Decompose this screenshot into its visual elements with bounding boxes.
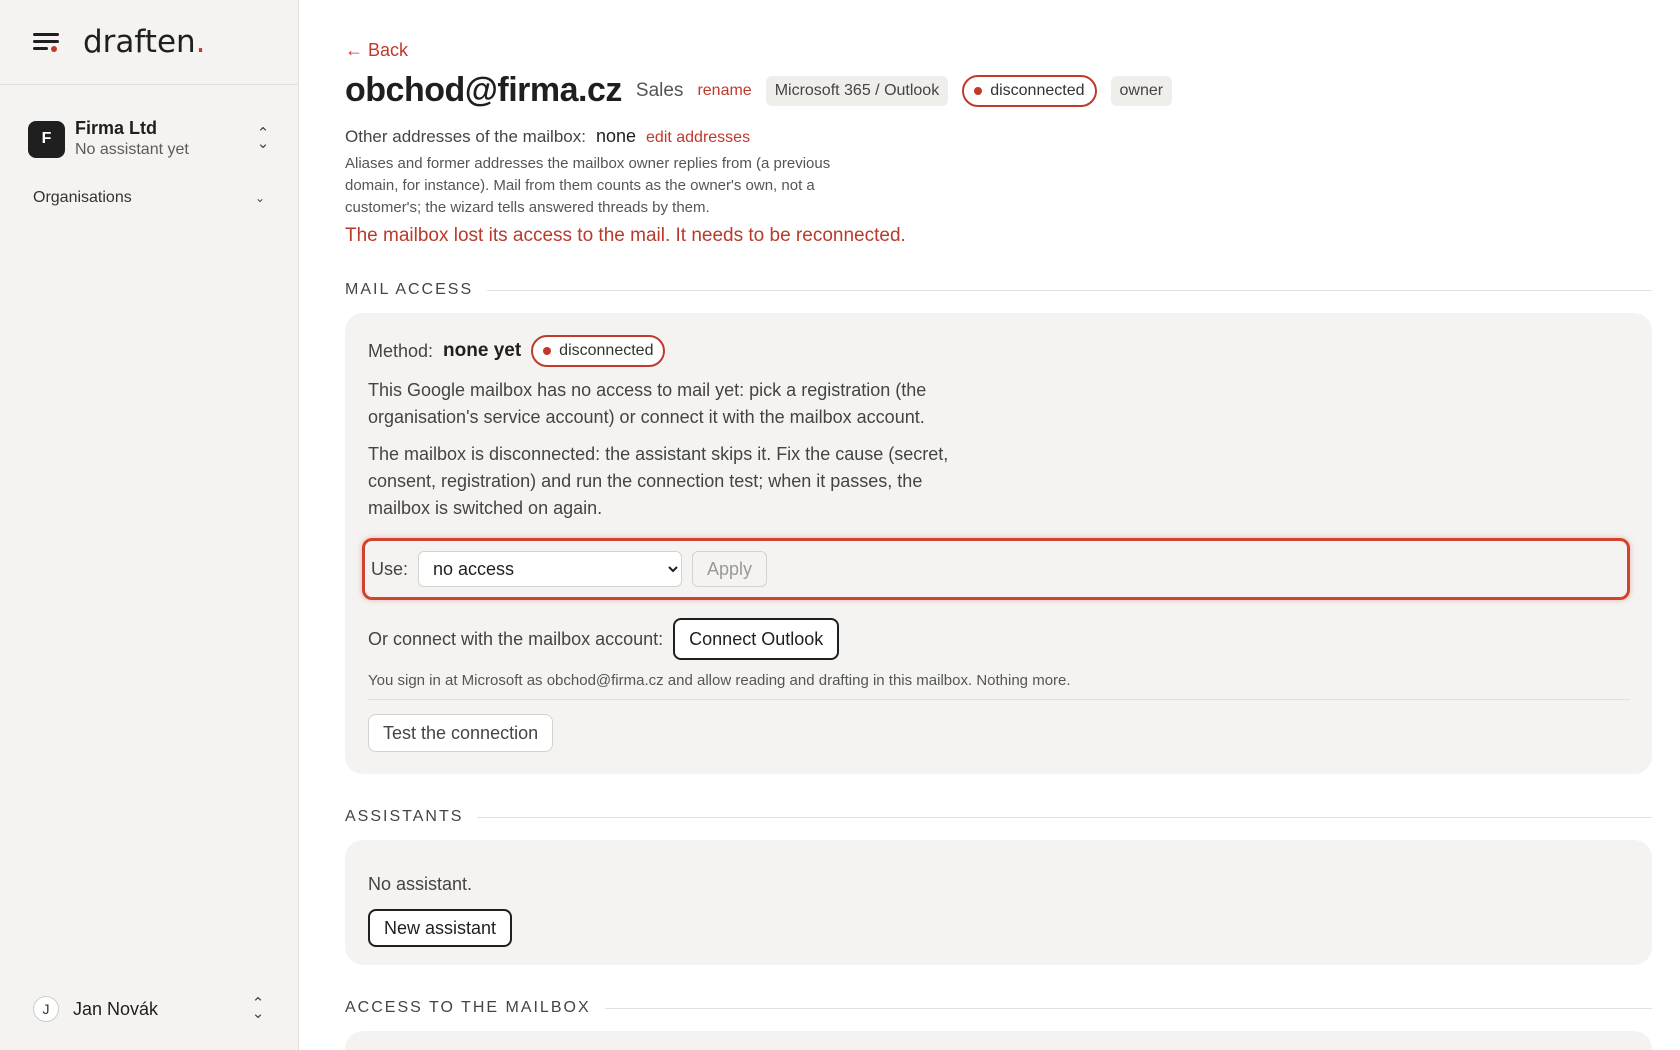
org-switcher[interactable]: F Firma Ltd No assistant yet ⌃ ⌄ bbox=[0, 85, 298, 161]
logo[interactable]: draften. bbox=[83, 24, 206, 60]
status-dot-icon bbox=[543, 347, 552, 355]
new-assistant-button[interactable]: New assistant bbox=[368, 909, 513, 947]
method-value: none yet bbox=[443, 340, 522, 361]
apply-button[interactable]: Apply bbox=[692, 551, 768, 587]
section-assistants: ASSISTANTS bbox=[345, 808, 1652, 826]
menu-icon[interactable] bbox=[33, 31, 59, 53]
status-text: disconnected bbox=[559, 342, 654, 359]
section-access: ACCESS TO THE MAILBOX bbox=[345, 999, 1652, 1017]
section-mail-access: MAIL ACCESS bbox=[345, 281, 1652, 299]
section-title: ASSISTANTS bbox=[345, 808, 464, 825]
org-avatar: F bbox=[28, 120, 65, 158]
team-label: Sales bbox=[635, 79, 684, 101]
use-label: Use: bbox=[371, 558, 409, 579]
role-badge: owner bbox=[1110, 75, 1173, 106]
disconnected-text: The mailbox is disconnected: the assista… bbox=[368, 444, 949, 518]
other-addresses-value: none bbox=[595, 126, 637, 146]
assistants-card: No assistant. New assistant bbox=[345, 840, 1652, 965]
status-badge: disconnected bbox=[962, 74, 1097, 107]
other-addresses-label: Other addresses of the mailbox: bbox=[345, 127, 586, 146]
chevron-updown-icon: ⌃ ⌄ bbox=[256, 125, 270, 152]
section-divider bbox=[477, 816, 1652, 818]
section-divider bbox=[604, 1007, 1652, 1009]
connect-note: You sign in at Microsoft as obchod@firma… bbox=[368, 672, 1071, 689]
divider bbox=[368, 699, 1630, 700]
status-text: disconnected bbox=[990, 81, 1085, 99]
method-label: Method: bbox=[368, 340, 434, 361]
section-title: ACCESS TO THE MAILBOX bbox=[345, 999, 591, 1016]
brand-bar: draften. bbox=[0, 0, 298, 85]
access-card bbox=[345, 1031, 1652, 1050]
chevron-updown-icon: ⌃ ⌄ bbox=[251, 995, 265, 1022]
use-registration-row: Use: no access Apply bbox=[362, 538, 1630, 600]
user-menu[interactable]: J Jan Novák ⌃ ⌄ bbox=[33, 996, 265, 1022]
nav-group-organisations[interactable]: Organisations ⌄ bbox=[0, 189, 298, 207]
test-connection-button[interactable]: Test the connection bbox=[368, 714, 554, 752]
org-name: Firma Ltd bbox=[75, 118, 158, 138]
connect-outlook-button[interactable]: Connect Outlook bbox=[673, 618, 840, 660]
other-addresses-description: Aliases and former addresses the mailbox… bbox=[345, 155, 831, 216]
access-method-select[interactable]: no access bbox=[418, 551, 683, 587]
page-title: obchod@firma.cz bbox=[345, 71, 622, 109]
other-addresses-row: Other addresses of the mailbox: none edi… bbox=[345, 126, 1680, 147]
user-avatar: J bbox=[33, 996, 59, 1022]
chevron-down-icon: ⌄ bbox=[254, 191, 265, 205]
connect-label: Or connect with the mailbox account: bbox=[368, 628, 664, 649]
status-dot-icon bbox=[974, 86, 983, 95]
sidebar: draften. F Firma Ltd No assistant yet ⌃ ⌄… bbox=[0, 0, 299, 1050]
edit-addresses-link[interactable]: edit addresses bbox=[646, 129, 750, 147]
provider-badge: Microsoft 365 / Outlook bbox=[765, 75, 949, 106]
mailbox-header: obchod@firma.cz Sales rename Microsoft 3… bbox=[345, 71, 1680, 110]
error-message: The mailbox lost its access to the mail.… bbox=[345, 225, 906, 246]
back-link[interactable]: ← Back bbox=[345, 40, 408, 61]
method-row: Method: none yet disconnected bbox=[368, 335, 1630, 367]
section-title: MAIL ACCESS bbox=[345, 281, 474, 298]
no-access-text: This Google mailbox has no access to mai… bbox=[368, 380, 927, 427]
rename-link[interactable]: rename bbox=[697, 82, 751, 100]
section-divider bbox=[487, 289, 1652, 291]
org-subtitle: No assistant yet bbox=[75, 141, 189, 158]
connect-row: Or connect with the mailbox account: Con… bbox=[368, 618, 1630, 660]
user-name: Jan Novák bbox=[73, 998, 159, 1019]
main-content: ← Back obchod@firma.cz Sales rename Micr… bbox=[299, 0, 1680, 1050]
method-status-badge: disconnected bbox=[531, 335, 666, 367]
no-assistant-text: No assistant. bbox=[368, 874, 473, 894]
nav-group-label: Organisations bbox=[33, 189, 132, 206]
mail-access-card: Method: none yet disconnected This Googl… bbox=[345, 313, 1652, 774]
